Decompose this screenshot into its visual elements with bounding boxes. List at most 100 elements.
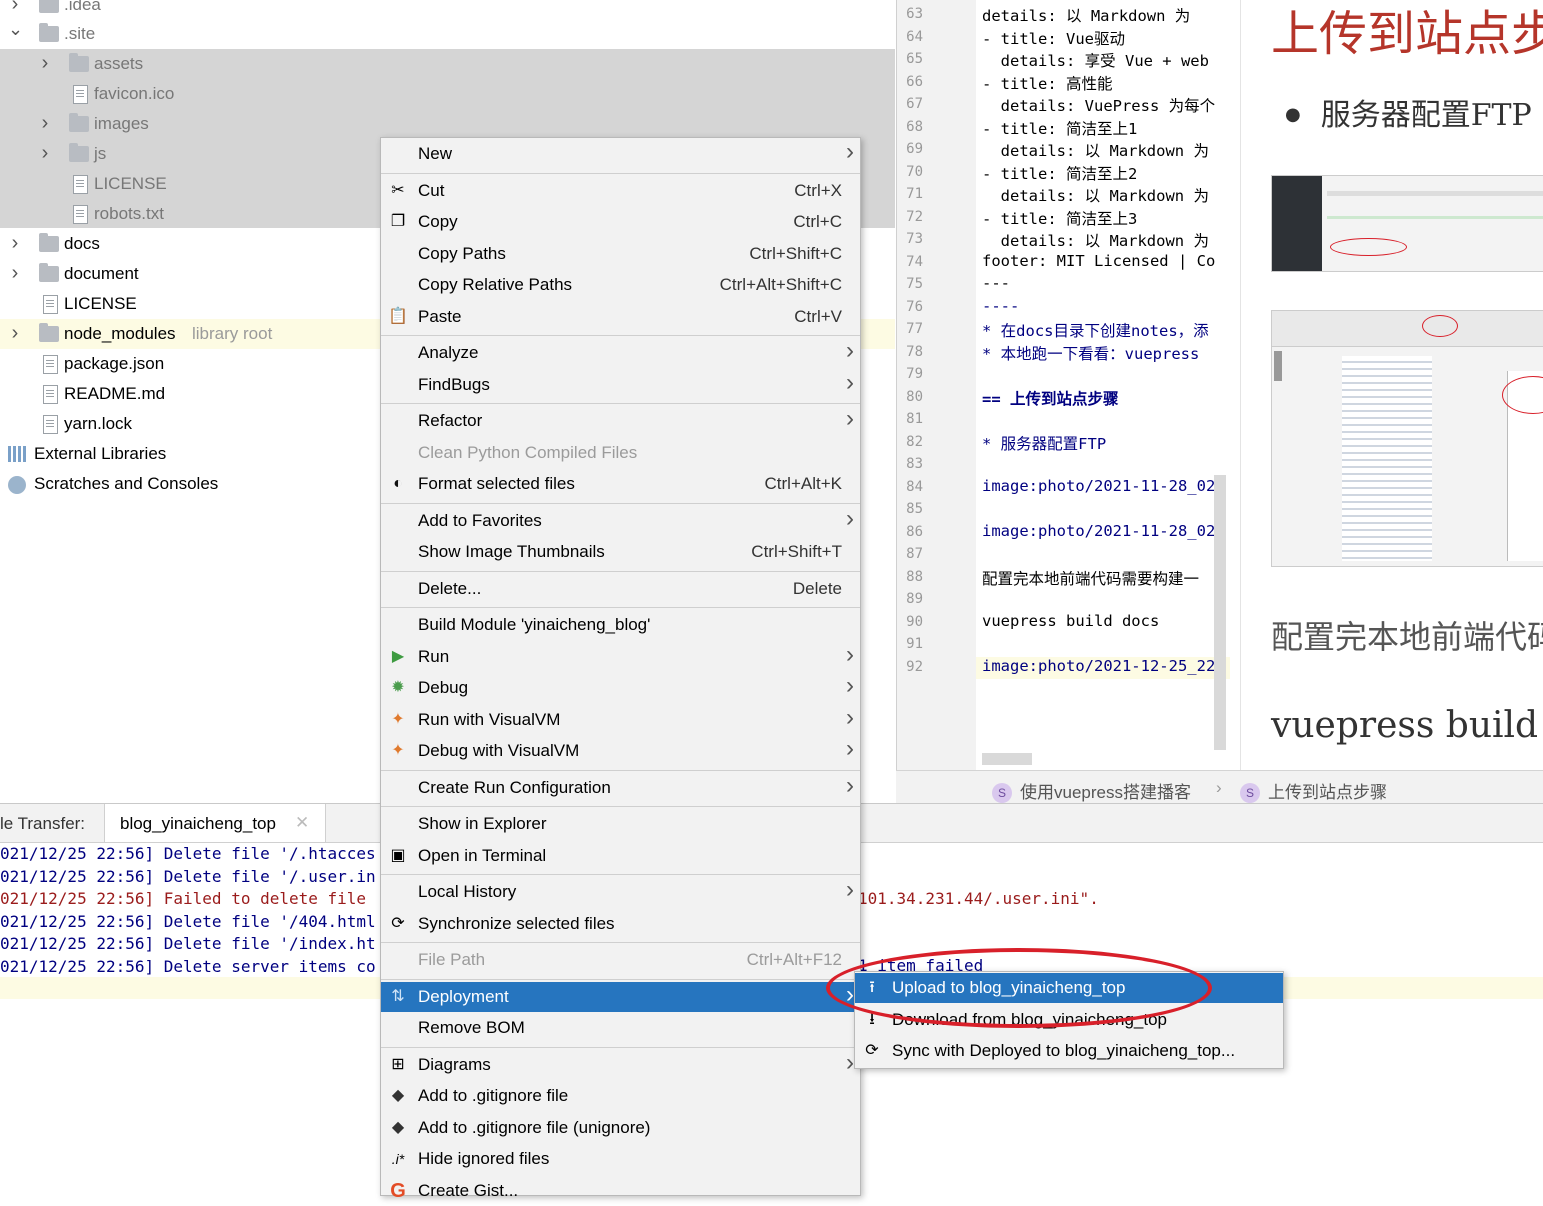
menu-item-open-in-terminal[interactable]: ▣ Open in Terminal — [381, 841, 860, 871]
menu-item-paste[interactable]: 📋 Paste Ctrl+V — [381, 302, 860, 332]
editor-horizontal-scrollbar[interactable] — [982, 753, 1032, 765]
menu-item-copy-paths[interactable]: Copy Paths Ctrl+Shift+C — [381, 239, 860, 269]
line-number: 65 — [906, 51, 923, 67]
tab-label: blog_yinaicheng_top — [120, 814, 276, 833]
chevron-right-icon[interactable]: › — [38, 48, 52, 78]
code-line: - title: 简洁至上2 — [982, 164, 1138, 183]
menu-item-findbugs[interactable]: FindBugs › — [381, 369, 860, 400]
menu-separator — [381, 942, 860, 943]
chevron-right-icon[interactable]: › — [38, 108, 52, 138]
tree-item-label: robots.txt — [94, 204, 164, 223]
menu-item-local-history[interactable]: Local History › — [381, 876, 860, 907]
shortcut-label: Delete — [792, 578, 842, 598]
menu-item-run[interactable]: ▶ Run › — [381, 641, 860, 672]
menu-item-diagrams[interactable]: ⊞ Diagrams › — [381, 1048, 860, 1080]
tree-item[interactable]: › assets — [0, 49, 895, 79]
file-icon — [73, 205, 88, 224]
shortcut-label: Ctrl+Shift+C — [749, 243, 842, 263]
chevron-right-icon[interactable]: › — [8, 228, 22, 258]
log-line: 021/12/25 22:56] Delete file '/.user.in — [0, 866, 376, 886]
code-editor[interactable]: details: 以 Markdown 为 - title: Vue驱动 deta… — [976, 0, 1230, 770]
line-number: 86 — [906, 523, 923, 540]
breadcrumb-item[interactable]: S 上传到站点步骤 — [1240, 778, 1387, 803]
menu-item-refactor[interactable]: Refactor › — [381, 405, 860, 436]
tree-item-label: README.md — [64, 384, 166, 403]
line-number: 88 — [906, 568, 923, 585]
visualvm-run-icon: ✦ — [391, 710, 405, 728]
code-line: details: VuePress 为每个 — [982, 97, 1216, 115]
menu-item-debug[interactable]: ✹ Debug › — [381, 672, 860, 703]
menu-item-show-image-thumbnails[interactable]: Show Image Thumbnails Ctrl+Shift+T — [381, 537, 860, 567]
git-icon: ◆ — [391, 1087, 405, 1104]
copy-icon: ❐ — [390, 213, 406, 230]
chevron-down-icon[interactable]: ⌄ — [8, 14, 23, 44]
chevron-right-icon[interactable]: › — [8, 318, 22, 348]
chevron-right-icon: › — [846, 672, 854, 699]
tree-item-label: js — [94, 144, 107, 163]
menu-item-label: Show in Explorer — [418, 814, 547, 833]
tree-item[interactable]: favicon.ico — [0, 79, 895, 109]
file-icon — [43, 415, 58, 434]
menu-item-add-to-gitignore-file-unignore[interactable]: ◆ Add to .gitignore file (unignore) — [381, 1113, 860, 1143]
code-line: image:photo/2021-12-25_22 — [982, 656, 1216, 675]
line-number: 89 — [906, 591, 923, 607]
close-icon[interactable]: ✕ — [295, 813, 309, 833]
preview-image-ftp — [1271, 175, 1543, 272]
menu-item-label: Refactor — [418, 411, 483, 430]
tree-item[interactable]: ⌄ .site — [0, 19, 895, 49]
menu-item-cut[interactable]: ✂ Cut Ctrl+X — [381, 176, 860, 206]
breadcrumb-item[interactable]: S 使用vuepress搭建播客 — [992, 778, 1191, 803]
chevron-right-icon[interactable]: › — [38, 138, 52, 168]
chevron-right-icon[interactable]: › — [8, 258, 22, 288]
menu-item-label: Add to Favorites — [418, 510, 542, 530]
code-line: details: 以 Markdown 为 — [982, 187, 1209, 205]
code-line: * 本地跑一下看看：vuepress — [982, 344, 1200, 363]
log-line: 021/12/25 22:56] Failed to delete file — [0, 889, 367, 908]
chevron-right-icon: › — [846, 876, 854, 903]
tree-item-label: document — [64, 264, 139, 283]
menu-item-synchronize-selected-files[interactable]: ⟳ Synchronize selected files — [381, 909, 860, 939]
tree-item[interactable]: › images — [0, 109, 895, 139]
menu-item-run-with-visualvm[interactable]: ✦ Run with VisualVM › — [381, 704, 860, 735]
menu-item-new[interactable]: New › — [381, 138, 860, 169]
tab-blog-yinaicheng-top[interactable]: blog_yinaicheng_top ✕ — [104, 804, 326, 842]
menu-item-build-module-yinaicheng-blog[interactable]: Build Module 'yinaicheng_blog' — [381, 610, 860, 640]
menu-item-copy-relative-paths[interactable]: Copy Relative Paths Ctrl+Alt+Shift+C — [381, 270, 860, 300]
code-line: == 上传到站点步骤 — [982, 389, 1119, 408]
menu-separator — [381, 172, 860, 174]
menu-item-copy[interactable]: ❐ Copy Ctrl+C — [381, 207, 860, 237]
menu-item-sync-with-deployed-to-blog-yinaicheng-top[interactable]: ⟳ Sync with Deployed to blog_yinaicheng_t… — [855, 1036, 1283, 1066]
menu-item-show-in-explorer[interactable]: Show in Explorer — [381, 809, 860, 839]
line-number: 92 — [906, 658, 923, 675]
menu-item-delete[interactable]: Delete... Delete — [381, 574, 860, 604]
visualvm-debug-icon: ✦ — [391, 742, 405, 759]
line-number: 66 — [906, 73, 923, 90]
line-number: 71 — [906, 186, 923, 202]
folder-icon — [69, 53, 89, 72]
code-line: ---- — [982, 296, 1020, 315]
menu-item-format-selected-files[interactable]: ◐ Format selected files Ctrl+Alt+K — [381, 469, 860, 499]
run-icon: ▶ — [391, 647, 405, 665]
file-icon — [43, 295, 58, 314]
menu-item-remove-bom[interactable]: Remove BOM — [381, 1013, 860, 1043]
editor-scrollbar[interactable] — [1214, 475, 1226, 750]
code-line: details: 以 Markdown 为 — [982, 7, 1191, 25]
menu-item-hide-ignored-files[interactable]: .i* Hide ignored files — [381, 1144, 860, 1174]
terminal-icon: ▣ — [390, 846, 406, 864]
menu-item-create-run-configuration[interactable]: Create Run Configuration › — [381, 772, 860, 803]
menu-item-create-gist[interactable]: G Create Gist... — [381, 1176, 860, 1206]
code-line: footer: MIT Licensed | Co — [982, 251, 1216, 270]
menu-item-debug-with-visualvm[interactable]: ✦ Debug with VisualVM › — [381, 735, 860, 766]
line-number: 79 — [906, 366, 923, 382]
code-line: * 在docs目录下创建notes，添 — [982, 322, 1209, 340]
menu-item-add-to-gitignore-file[interactable]: ◆ Add to .gitignore file — [381, 1081, 860, 1111]
library-icon — [8, 446, 28, 462]
line-number: 68 — [906, 118, 923, 135]
menu-item-analyze[interactable]: Analyze › — [381, 337, 860, 368]
chevron-right-icon: › — [846, 1048, 854, 1076]
menu-item-deployment[interactable]: ⇅ Deployment › — [381, 981, 860, 1012]
sync-icon: ⟳ — [865, 1042, 879, 1059]
tree-item[interactable]: › .idea — [0, 0, 895, 20]
menu-item-add-to-favorites[interactable]: Add to Favorites › — [381, 505, 860, 536]
tree-item-label: .site — [64, 24, 96, 43]
